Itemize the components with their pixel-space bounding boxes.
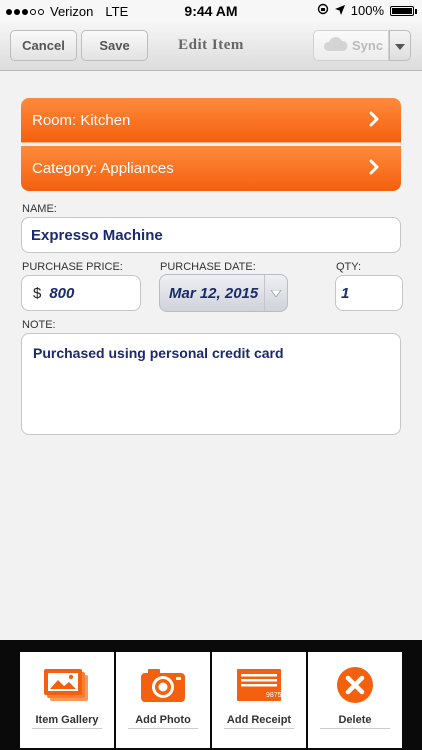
name-value: Expresso Machine — [31, 226, 163, 244]
qty-label: QTY: — [336, 261, 362, 273]
receipt-number: 9875 — [266, 692, 282, 699]
delete-label: Delete — [338, 714, 372, 726]
category-row[interactable]: Category: Appliances — [21, 146, 401, 191]
rotation-lock-icon — [317, 3, 329, 18]
add-receipt-button[interactable]: 9875 Add Receipt — [212, 652, 306, 748]
name-field[interactable]: Expresso Machine — [21, 217, 401, 253]
room-row[interactable]: Room: Kitchen — [21, 98, 401, 143]
caret-down-icon — [264, 275, 287, 311]
purchase-date-picker[interactable]: Mar 12, 2015 — [159, 274, 288, 312]
room-label: Room: Kitchen — [32, 111, 131, 129]
qty-field[interactable]: 1 — [335, 275, 403, 311]
sync-dropdown-button[interactable] — [389, 30, 411, 61]
item-gallery-label: Item Gallery — [35, 714, 99, 726]
add-receipt-label: Add Receipt — [226, 714, 292, 726]
sync-label: Sync — [352, 38, 384, 53]
name-label: NAME: — [22, 203, 57, 215]
chevron-right-icon — [369, 159, 379, 179]
navigation-bar: Cancel Save Edit Item Sync — [0, 22, 422, 71]
add-photo-button[interactable]: Add Photo — [116, 652, 210, 748]
qty-value: 1 — [341, 284, 350, 302]
battery-icon — [390, 5, 417, 16]
note-field[interactable]: Purchased using personal credit card — [21, 333, 401, 435]
category-label: Category: Appliances — [32, 160, 174, 177]
location-arrow-icon — [334, 3, 345, 18]
status-bar: Verizon LTE 9:44 AM 100% — [0, 0, 422, 22]
delete-icon — [335, 665, 375, 705]
camera-icon — [140, 665, 186, 705]
purchase-price-field[interactable]: $ 800 — [21, 275, 141, 311]
item-gallery-button[interactable]: Item Gallery — [20, 652, 114, 748]
purchase-price-label: PURCHASE PRICE: — [22, 261, 123, 273]
sync-button[interactable]: Sync — [313, 30, 389, 61]
caret-down-icon — [395, 37, 405, 55]
purchase-price-value: 800 — [49, 284, 75, 302]
bottom-toolbar: Item Gallery Add Photo 9875 Add Receipt … — [0, 640, 422, 750]
gallery-icon — [44, 665, 90, 705]
cloud-icon — [322, 36, 348, 55]
battery-percent: 100% — [350, 3, 384, 18]
chevron-right-icon — [369, 111, 379, 131]
delete-button[interactable]: Delete — [308, 652, 402, 748]
currency-symbol: $ — [33, 284, 42, 302]
receipt-icon: 9875 — [235, 665, 283, 705]
note-label: NOTE: — [22, 319, 56, 331]
note-value: Purchased using personal credit card — [33, 345, 284, 361]
purchase-date-value: Mar 12, 2015 — [169, 284, 259, 302]
add-photo-label: Add Photo — [135, 714, 191, 726]
purchase-date-label: PURCHASE DATE: — [160, 261, 256, 273]
